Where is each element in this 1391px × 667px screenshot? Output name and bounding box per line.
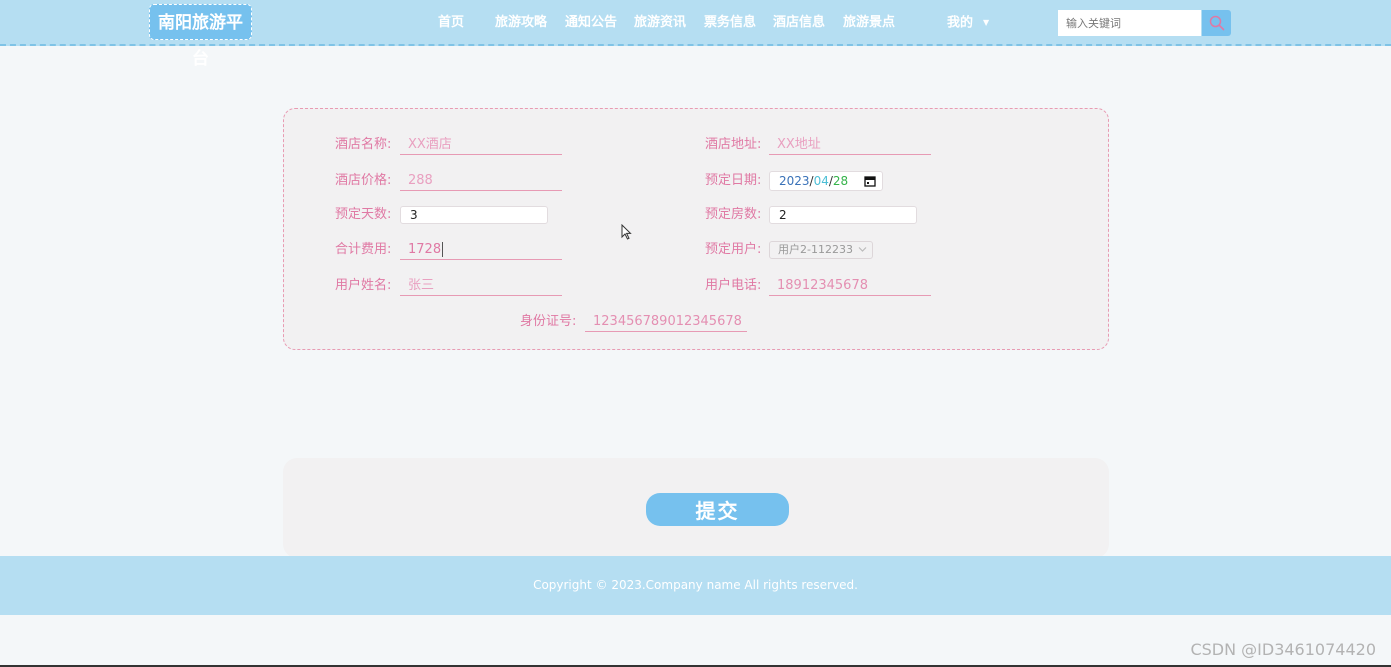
booking-rooms-input[interactable]: 2: [769, 206, 917, 224]
booking-date-label: 预定日期:: [705, 173, 762, 188]
search-button[interactable]: [1202, 10, 1231, 36]
user-phone-field[interactable]: 18912345678: [769, 276, 931, 296]
submit-button[interactable]: 提交: [646, 493, 789, 526]
user-name-field[interactable]: 张三: [400, 276, 562, 296]
booking-days-label: 预定天数:: [335, 207, 392, 222]
date-month: 04: [813, 174, 829, 188]
hotel-name-field[interactable]: XX酒店: [400, 135, 562, 155]
calendar-icon[interactable]: [864, 175, 876, 187]
hotel-price-field[interactable]: 288: [400, 171, 562, 191]
id-number-field[interactable]: 123456789012345678: [585, 312, 747, 332]
total-cost-label: 合计费用:: [335, 242, 392, 257]
total-cost-field[interactable]: 1728: [400, 240, 562, 260]
account-menu-label: 我的: [947, 15, 974, 31]
user-name-label: 用户姓名:: [335, 278, 392, 293]
date-day: 28: [832, 174, 849, 188]
search-icon: [1209, 15, 1224, 31]
site-logo[interactable]: 南阳旅游平台: [149, 4, 252, 69]
booking-user-select[interactable]: 用户2-112233: [769, 241, 873, 259]
chevron-down-icon: [858, 247, 867, 252]
csdn-watermark: CSDN @ID3461074420: [1190, 640, 1376, 659]
footer-copyright: Copyright © 2023.Company name All rights…: [533, 578, 858, 592]
top-navbar: 南阳旅游平台 首页 旅游攻略 通知公告 旅游资讯 票务信息 酒店信息 旅游景点 …: [0, 0, 1391, 69]
nav-travel-news[interactable]: 旅游资讯: [634, 0, 686, 46]
date-year: 2023: [779, 174, 810, 188]
search-input[interactable]: [1058, 10, 1201, 36]
text-caret: [442, 242, 444, 257]
hotel-name-label: 酒店名称:: [335, 137, 392, 152]
booking-rooms-label: 预定房数:: [705, 207, 762, 222]
hotel-address-field[interactable]: XX地址: [769, 135, 931, 155]
submit-section: 提交: [283, 458, 1109, 558]
hotel-price-label: 酒店价格:: [335, 173, 392, 188]
booking-form: 酒店名称: XX酒店 酒店地址: XX地址 酒店价格: 288 预定日期: 20…: [283, 108, 1109, 350]
booking-user-label: 预定用户:: [705, 242, 762, 257]
nav-home[interactable]: 首页: [438, 0, 464, 46]
nav-scenic-spots[interactable]: 旅游景点: [843, 0, 895, 46]
total-cost-value: 1728: [408, 242, 442, 257]
hotel-address-label: 酒店地址:: [705, 137, 762, 152]
mouse-cursor-icon: [621, 224, 632, 240]
booking-date-input[interactable]: 2023/04/28: [769, 171, 883, 191]
nav-hotels[interactable]: 酒店信息: [773, 0, 825, 46]
caret-down-icon: ▼: [983, 18, 990, 27]
booking-user-value: 用户2-112233: [778, 243, 853, 256]
nav-account-menu[interactable]: 我的 ▼: [947, 0, 989, 46]
id-number-label: 身份证号:: [520, 314, 577, 329]
nav-notices[interactable]: 通知公告: [565, 0, 617, 46]
booking-days-input[interactable]: 3: [400, 206, 548, 224]
user-phone-label: 用户电话:: [705, 278, 762, 293]
footer: Copyright © 2023.Company name All rights…: [0, 556, 1391, 615]
nav-travel-guides[interactable]: 旅游攻略: [495, 0, 547, 46]
nav-tickets[interactable]: 票务信息: [704, 0, 756, 46]
